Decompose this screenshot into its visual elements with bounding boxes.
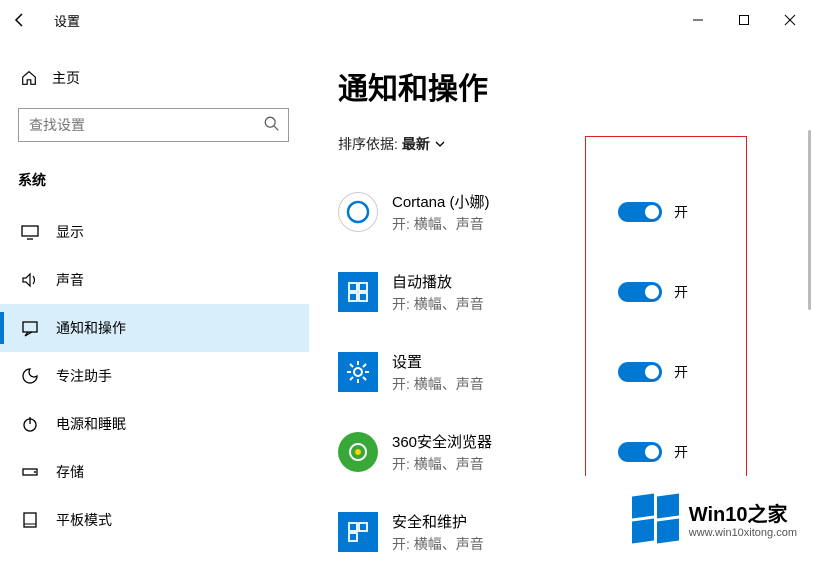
close-button[interactable] (767, 0, 813, 40)
home-link[interactable]: 主页 (18, 60, 309, 102)
minimize-icon (692, 14, 704, 26)
sidebar-item-label: 声音 (56, 270, 84, 290)
autoplay-icon (338, 272, 378, 312)
sidebar-item-label: 显示 (56, 222, 84, 242)
toggle-settings[interactable] (618, 362, 662, 382)
page-title: 通知和操作 (338, 64, 813, 108)
power-icon (20, 414, 40, 434)
toggle-label: 开 (674, 442, 688, 462)
sort-value: 最新 (402, 134, 430, 154)
app-sub: 开: 横幅、声音 (392, 214, 490, 234)
app-row-settings[interactable]: 设置 开: 横幅、声音 开 (338, 332, 813, 412)
sidebar: 主页 系统 显示 声音 通知和操作 专注助手 电源和睡眠 (0, 40, 310, 552)
minimize-button[interactable] (675, 0, 721, 40)
toggle-label: 开 (674, 202, 688, 222)
main-content: 通知和操作 排序依据: 最新 Cortana (小娜) 开: 横幅、声音 开 (310, 40, 813, 552)
sidebar-item-label: 通知和操作 (56, 318, 126, 338)
storage-icon (20, 462, 40, 482)
sound-icon (20, 270, 40, 290)
app-row-360browser[interactable]: 360安全浏览器 开: 横幅、声音 开 (338, 412, 813, 492)
sidebar-item-label: 专注助手 (56, 366, 112, 386)
sidebar-item-label: 电源和睡眠 (56, 414, 126, 434)
sidebar-item-power[interactable]: 电源和睡眠 (18, 400, 309, 448)
app-name: 360安全浏览器 (392, 431, 492, 452)
sidebar-item-tablet-mode[interactable]: 平板模式 (18, 496, 309, 544)
back-button[interactable] (0, 0, 40, 40)
sidebar-item-display[interactable]: 显示 (18, 208, 309, 256)
watermark: Win10之家 www.win10xitong.com (632, 495, 797, 542)
app-name: 设置 (392, 351, 484, 372)
sidebar-item-sound[interactable]: 声音 (18, 256, 309, 304)
search-icon (263, 115, 281, 136)
maximize-icon (738, 14, 750, 26)
app-sub: 开: 横幅、声音 (392, 374, 484, 394)
display-icon (20, 222, 40, 242)
settings-app-icon (338, 352, 378, 392)
app-sub: 开: 横幅、声音 (392, 534, 484, 554)
app-sub: 开: 横幅、声音 (392, 294, 484, 314)
chevron-down-icon (434, 138, 446, 150)
home-icon (20, 69, 38, 87)
app-name: 安全和维护 (392, 511, 484, 532)
scrollbar[interactable] (808, 130, 811, 310)
app-name: Cortana (小娜) (392, 191, 490, 212)
toggle-autoplay[interactable] (618, 282, 662, 302)
security-icon (338, 512, 378, 552)
app-row-cortana[interactable]: Cortana (小娜) 开: 横幅、声音 开 (338, 172, 813, 252)
windows-logo-icon (632, 495, 679, 542)
close-icon (784, 14, 796, 26)
app-row-autoplay[interactable]: 自动播放 开: 横幅、声音 开 (338, 252, 813, 332)
watermark-url: www.win10xitong.com (689, 527, 797, 539)
sidebar-item-focus-assist[interactable]: 专注助手 (18, 352, 309, 400)
toggle-cortana[interactable] (618, 202, 662, 222)
search-input[interactable] (18, 108, 289, 142)
focus-assist-icon (20, 366, 40, 386)
sort-dropdown[interactable]: 排序依据: 最新 (338, 134, 813, 154)
toggle-360browser[interactable] (618, 442, 662, 462)
titlebar: 设置 (0, 0, 813, 40)
window-title: 设置 (40, 11, 80, 30)
tablet-mode-icon (20, 510, 40, 530)
watermark-title: Win10之家 (689, 498, 797, 527)
search-box[interactable] (18, 108, 289, 142)
app-name: 自动播放 (392, 271, 484, 292)
app-sub: 开: 横幅、声音 (392, 454, 492, 474)
toggle-label: 开 (674, 362, 688, 382)
sidebar-item-label: 存储 (56, 462, 84, 482)
sidebar-item-label: 平板模式 (56, 510, 112, 530)
cortana-icon (338, 192, 378, 232)
toggle-label: 开 (674, 282, 688, 302)
browser360-icon (338, 432, 378, 472)
arrow-left-icon (12, 12, 28, 28)
maximize-button[interactable] (721, 0, 767, 40)
sort-label: 排序依据: (338, 134, 398, 154)
sidebar-group-label: 系统 (18, 160, 309, 208)
notifications-icon (20, 318, 40, 338)
sidebar-item-storage[interactable]: 存储 (18, 448, 309, 496)
home-label: 主页 (52, 68, 80, 88)
sidebar-item-notifications[interactable]: 通知和操作 (0, 304, 309, 352)
